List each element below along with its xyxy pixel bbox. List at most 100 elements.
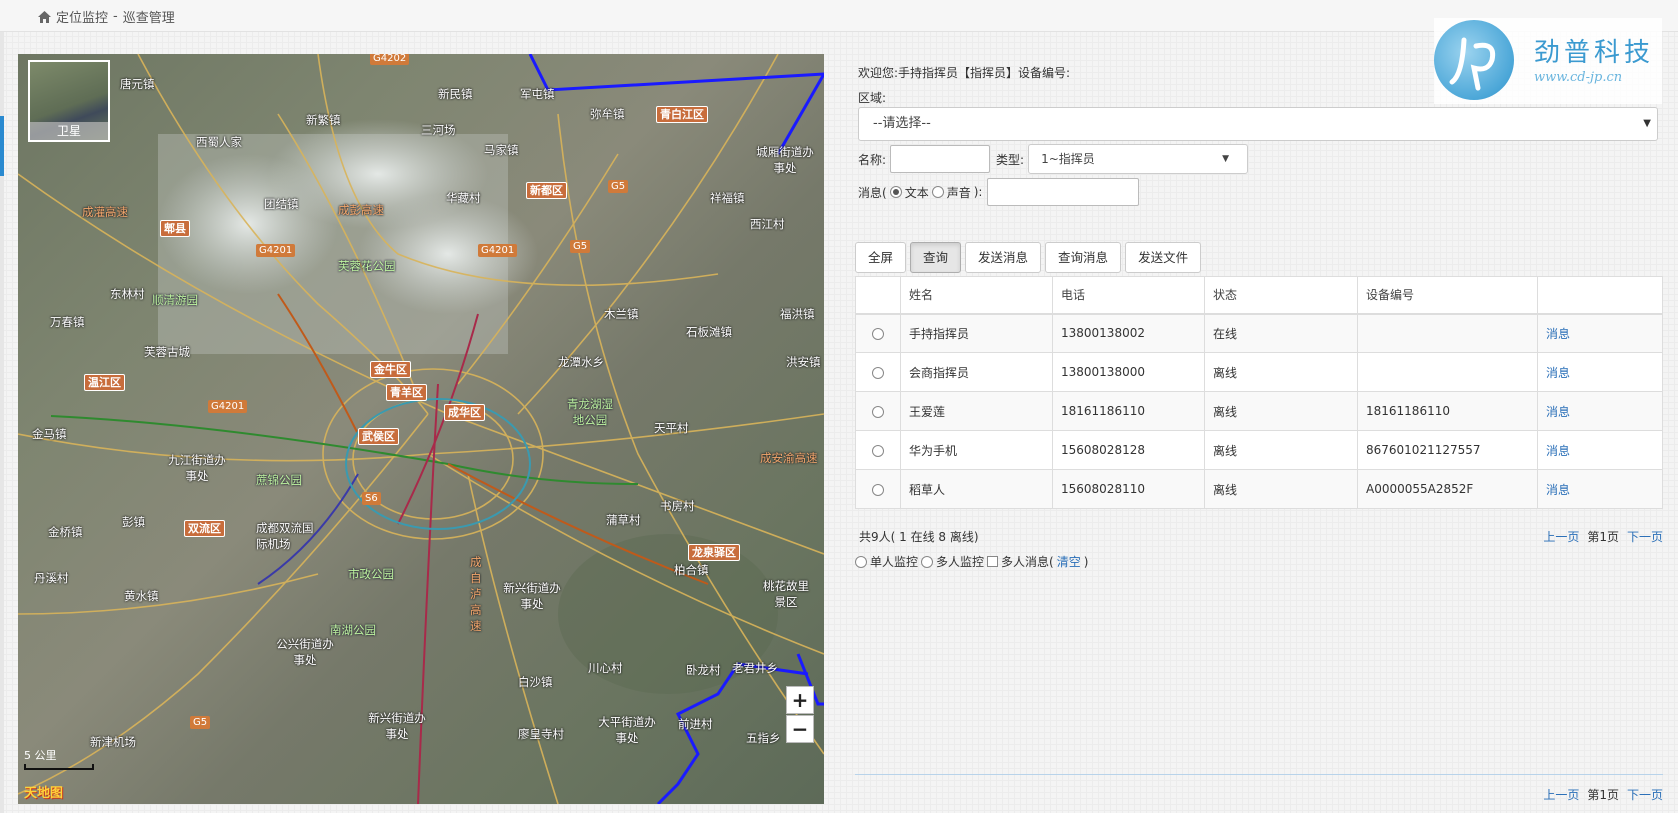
multi-monitor-label: 多人监控 [936, 555, 985, 569]
cell-name: 王爱莲 [900, 391, 1053, 431]
query-message-button[interactable]: 查询消息 [1045, 242, 1122, 273]
map-label: 大平街道办事处 [598, 715, 656, 745]
message-row: 消息( 文本 声音 ): [858, 178, 1140, 206]
patrol-panel: 欢迎您:手持指挥员【指挥员】设备编号: 区域: --请选择-- ▼ 名称: 类型… [855, 54, 1663, 804]
cell-name: 稻草人 [900, 469, 1053, 509]
company-logo: 劲普科技 www.cd-jp.cn [1434, 18, 1662, 104]
map-label: 木兰镇 [604, 307, 639, 321]
top-bar: 定位监控 - 巡查管理 [0, 0, 1678, 32]
row-select-radio[interactable] [872, 444, 884, 457]
region-select[interactable]: --请选择-- ▼ [858, 107, 1658, 141]
send-file-button[interactable]: 发送文件 [1125, 242, 1202, 273]
row-select-radio[interactable] [872, 327, 884, 340]
message-link[interactable]: 消息 [1537, 391, 1663, 431]
row-select-radio[interactable] [872, 483, 884, 496]
breadcrumb-item-monitor[interactable]: 定位监控 [56, 7, 108, 26]
type-select-value: 1~指挥员 [1041, 152, 1095, 166]
row-select-cell [855, 391, 901, 431]
satellite-layer-label: 卫星 [30, 122, 108, 140]
map-label: 卧龙村 [686, 663, 721, 677]
cell-phone: 15608028110 [1052, 469, 1205, 509]
column-header-phone: 电话 [1052, 276, 1205, 315]
cell-phone: 15608028128 [1052, 430, 1205, 470]
map-label: 成灌高速 [82, 205, 128, 219]
divider [855, 774, 1663, 775]
map-label: 唐元镇 [120, 77, 155, 91]
park-label: 南湖公园 [330, 623, 376, 637]
map-label: 书房村 [660, 499, 695, 513]
message-input[interactable] [987, 178, 1140, 206]
clear-link[interactable]: 清空 [1057, 553, 1081, 570]
message-link[interactable]: 消息 [1537, 313, 1663, 353]
map-label: 成都双流国际机场 [256, 521, 314, 551]
prev-page-link[interactable]: 上一页 [1543, 786, 1579, 803]
row-select-radio[interactable] [872, 366, 884, 379]
map-label: 公兴街道办事处 [276, 637, 334, 667]
map-label: 福洪镇 [780, 307, 815, 321]
map-label: 新民镇 [438, 87, 473, 101]
chevron-down-icon: ▼ [1643, 118, 1651, 129]
table-row: 华为手机 15608028128 离线 867601021127557 消息 [855, 430, 1663, 470]
road-sign: G4201 [478, 244, 518, 257]
fullscreen-button[interactable]: 全屏 [855, 242, 907, 273]
map-roads-layer [18, 54, 824, 804]
district-label: 成华区 [444, 404, 485, 421]
personnel-table: 姓名 电话 状态 设备编号 手持指挥员 13800138002 在线 消息 会商… [855, 276, 1663, 509]
caret-down-icon: ▼ [1222, 154, 1230, 164]
home-icon [38, 10, 51, 23]
district-label: 双流区 [184, 520, 225, 537]
breadcrumb-separator: - [113, 9, 118, 24]
map-scale: 5 公里 [24, 747, 94, 770]
message-label-end: ): [973, 185, 983, 199]
road-sign: G5 [608, 180, 629, 193]
cell-name: 手持指挥员 [900, 313, 1053, 353]
logo-mark [1434, 20, 1514, 100]
text-message-radio[interactable] [889, 186, 902, 198]
logo-url: www.cd-jp.cn [1534, 70, 1623, 85]
welcome-text: 欢迎您:手持指挥员【指挥员】设备编号: [858, 66, 1071, 80]
breadcrumb: 定位监控 - 巡查管理 [38, 7, 175, 26]
message-link[interactable]: 消息 [1537, 352, 1663, 392]
map-label: 彭镇 [122, 515, 145, 529]
multi-message-checkbox[interactable] [987, 556, 999, 567]
query-button[interactable]: 查询 [910, 242, 962, 273]
prev-page-link[interactable]: 上一页 [1543, 528, 1579, 545]
monitor-mode-row: 单人监控 多人监控 多人消息( 清空 ) [855, 553, 1088, 570]
name-input[interactable] [890, 145, 991, 173]
satellite-map[interactable]: 卫星 唐元镇 新民镇 军屯镇 弥牟镇 西蜀人家 新繁镇 三河场 马家镇 城厢街道… [18, 54, 824, 804]
type-label: 类型: [996, 152, 1025, 167]
region-label: 区域: [858, 91, 887, 105]
district-label: 青羊区 [386, 384, 427, 401]
current-page: 第1页 [1587, 788, 1619, 802]
send-message-button[interactable]: 发送消息 [965, 242, 1042, 273]
map-provider-logo: 天地图 [24, 786, 64, 801]
district-label: 金牛区 [370, 361, 411, 378]
road-sign: G5 [570, 240, 591, 253]
multi-monitor-radio[interactable] [921, 555, 934, 568]
column-header-status: 状态 [1204, 276, 1358, 315]
map-label: 新繁镇 [306, 113, 341, 127]
row-select-radio[interactable] [872, 405, 884, 418]
map-label: 老君井乡 [732, 661, 778, 675]
satellite-layer-toggle[interactable]: 卫星 [28, 60, 110, 142]
table-row: 王爱莲 18161186110 离线 18161186110 消息 [855, 391, 1663, 431]
voice-message-radio[interactable] [931, 186, 944, 198]
map-label: 华藏村 [446, 191, 481, 205]
zoom-out-button[interactable]: − [786, 715, 814, 743]
message-label: 消息( [858, 185, 887, 200]
region-select-value: --请选择-- [873, 116, 931, 131]
pagination-top: 上一页 第1页 下一页 [1543, 528, 1663, 545]
cell-device: 18161186110 [1357, 391, 1538, 431]
cell-status: 离线 [1204, 430, 1358, 470]
zoom-in-button[interactable]: + [786, 686, 814, 714]
district-label: 青白江区 [656, 106, 708, 123]
single-monitor-radio[interactable] [855, 555, 867, 568]
message-link[interactable]: 消息 [1537, 430, 1663, 470]
next-page-link[interactable]: 下一页 [1627, 528, 1663, 545]
map-label: 西江村 [750, 217, 785, 231]
message-link[interactable]: 消息 [1537, 469, 1663, 509]
type-select[interactable]: 1~指挥员 ▼ [1028, 144, 1249, 174]
cell-device: 867601021127557 [1357, 430, 1538, 470]
next-page-link[interactable]: 下一页 [1627, 786, 1663, 803]
single-monitor-label: 单人监控 [870, 555, 919, 569]
